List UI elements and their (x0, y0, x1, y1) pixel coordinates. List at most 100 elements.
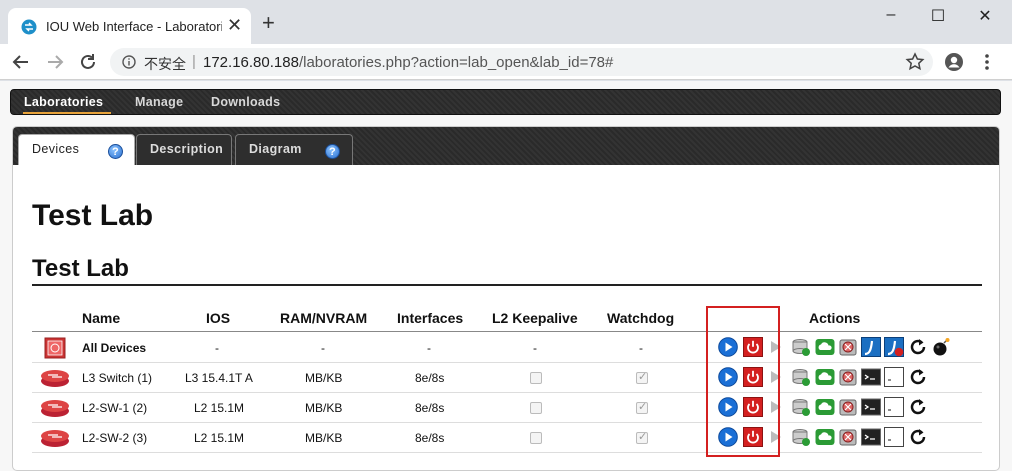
watchdog-checkbox[interactable] (636, 370, 648, 384)
cloud-upload-icon[interactable] (815, 367, 835, 387)
menu-kebab-icon[interactable] (980, 51, 994, 73)
watchdog-checkbox[interactable] (636, 430, 648, 444)
tab-diagram-label: Diagram (249, 142, 302, 156)
browser-tab[interactable]: IOU Web Interface - Laboratories ✕ (8, 8, 251, 44)
device-name[interactable]: All Devices (82, 341, 146, 355)
tab-description[interactable]: Description (136, 134, 232, 165)
console-icon[interactable] (884, 367, 904, 387)
devices-table-header: Name IOS RAM/NVRAM Interfaces L2 Keepali… (32, 304, 982, 332)
reload-device-icon[interactable] (908, 397, 928, 417)
info-icon[interactable] (122, 55, 136, 69)
start-stop-highlight-box (706, 306, 780, 457)
device-interfaces: 8e/8s (415, 431, 445, 445)
device-l2keepalive: - (533, 341, 537, 355)
cloud-upload-icon[interactable] (815, 337, 835, 357)
device-ram: MB/KB (305, 371, 343, 385)
l2keepalive-checkbox[interactable] (530, 432, 542, 444)
cloud-upload-icon[interactable] (815, 397, 835, 417)
browser-titlebar: IOU Web Interface - Laboratories ✕ + – ☐… (0, 0, 1012, 44)
address-separator: | (192, 53, 196, 70)
wipe-icon[interactable] (838, 397, 858, 417)
wipe-icon[interactable] (838, 367, 858, 387)
table-row: L2-SW-2 (3) L2 15.1M MB/KB 8e/8s (32, 423, 982, 453)
device-ram: MB/KB (305, 431, 343, 445)
security-status: 不安全 (144, 56, 186, 72)
console-icon[interactable] (884, 427, 904, 447)
all-devices-icon (44, 337, 66, 359)
url-path: /laboratories.php?action=lab_open&lab_id… (298, 54, 614, 71)
maximize-button[interactable]: ☐ (915, 6, 961, 26)
wipe-icon[interactable] (838, 337, 858, 357)
tab-devices-label: Devices (32, 142, 80, 156)
device-ios: L2 15.1M (194, 401, 245, 415)
header-ram: RAM/NVRAM (280, 310, 368, 326)
table-row: L2-SW-1 (2) L2 15.1M MB/KB 8e/8s (32, 393, 982, 423)
header-watchdog: Watchdog (607, 310, 675, 326)
router-icon (41, 400, 69, 417)
reload-device-icon[interactable] (908, 367, 928, 387)
wireshark-capture-icon[interactable] (861, 337, 881, 357)
url-host: 172.16.80.188 (203, 54, 299, 71)
address-bar[interactable]: 不安全 | 172.16.80.188/laboratories.php?act… (110, 48, 933, 76)
export-config-icon[interactable] (791, 367, 811, 387)
l2keepalive-checkbox[interactable] (530, 372, 542, 384)
terminal-icon[interactable] (861, 427, 881, 447)
device-interfaces: 8e/8s (415, 371, 445, 385)
device-ios: L3 15.4.1T A (185, 371, 253, 385)
reload-device-icon[interactable] (908, 337, 928, 357)
minimize-button[interactable]: – (868, 6, 914, 24)
l2keepalive-checkbox[interactable] (530, 402, 542, 414)
device-ios: - (215, 341, 219, 355)
router-icon (41, 370, 69, 387)
header-l2keepalive: L2 Keepalive (492, 310, 578, 326)
router-favicon-icon (21, 19, 37, 35)
nav-laboratories[interactable]: Laboratories (24, 95, 103, 109)
export-config-icon[interactable] (791, 337, 811, 357)
wireshark-stop-icon[interactable] (884, 337, 904, 357)
account-icon[interactable] (944, 52, 964, 72)
page-content: Laboratories Manage Downloads Devices ? … (0, 81, 1012, 471)
device-interfaces: 8e/8s (415, 401, 445, 415)
device-name[interactable]: L2-SW-2 (3) (82, 431, 147, 445)
header-actions: Actions (809, 310, 861, 326)
table-row-all-devices: All Devices - - - - - (32, 333, 982, 363)
cloud-upload-icon[interactable] (815, 427, 835, 447)
header-name: Name (82, 310, 121, 326)
section-title: Test Lab (32, 255, 129, 282)
tab-title: IOU Web Interface - Laboratories (46, 19, 222, 34)
help-icon[interactable]: ? (325, 144, 340, 159)
export-config-icon[interactable] (791, 397, 811, 417)
nav-active-underline (23, 112, 111, 114)
nav-manage[interactable]: Manage (135, 95, 183, 109)
page-title: Test Lab (32, 199, 154, 232)
wipe-icon[interactable] (838, 427, 858, 447)
device-name[interactable]: L2-SW-1 (2) (82, 401, 147, 415)
browser-toolbar: 不安全 | 172.16.80.188/laboratories.php?act… (0, 44, 1012, 80)
url-text[interactable]: 172.16.80.188/laboratories.php?action=la… (203, 54, 613, 71)
device-interfaces: - (427, 341, 431, 355)
export-config-icon[interactable] (791, 427, 811, 447)
watchdog-checkbox[interactable] (636, 400, 648, 414)
close-tab-icon[interactable]: ✕ (227, 16, 242, 34)
reload-device-icon[interactable] (908, 427, 928, 447)
lab-panel: Devices ? Description Diagram ? Test Lab… (12, 126, 1000, 471)
forward-arrow-icon[interactable] (44, 51, 66, 73)
tab-diagram[interactable]: Diagram ? (235, 134, 353, 165)
section-divider (32, 284, 982, 286)
device-ios: L2 15.1M (194, 431, 245, 445)
terminal-icon[interactable] (861, 397, 881, 417)
help-icon[interactable]: ? (108, 144, 123, 159)
header-ios: IOS (206, 310, 231, 326)
device-name[interactable]: L3 Switch (1) (82, 371, 152, 385)
terminal-icon[interactable] (861, 367, 881, 387)
bomb-icon[interactable] (931, 337, 951, 357)
new-tab-button[interactable]: + (262, 12, 275, 34)
bookmark-star-icon[interactable] (905, 52, 925, 72)
tab-description-label: Description (150, 142, 224, 156)
console-icon[interactable] (884, 397, 904, 417)
tab-devices[interactable]: Devices ? (18, 134, 135, 165)
nav-downloads[interactable]: Downloads (211, 95, 280, 109)
close-window-button[interactable]: ✕ (962, 6, 1008, 26)
reload-icon[interactable] (77, 51, 99, 73)
back-arrow-icon[interactable] (10, 51, 32, 73)
